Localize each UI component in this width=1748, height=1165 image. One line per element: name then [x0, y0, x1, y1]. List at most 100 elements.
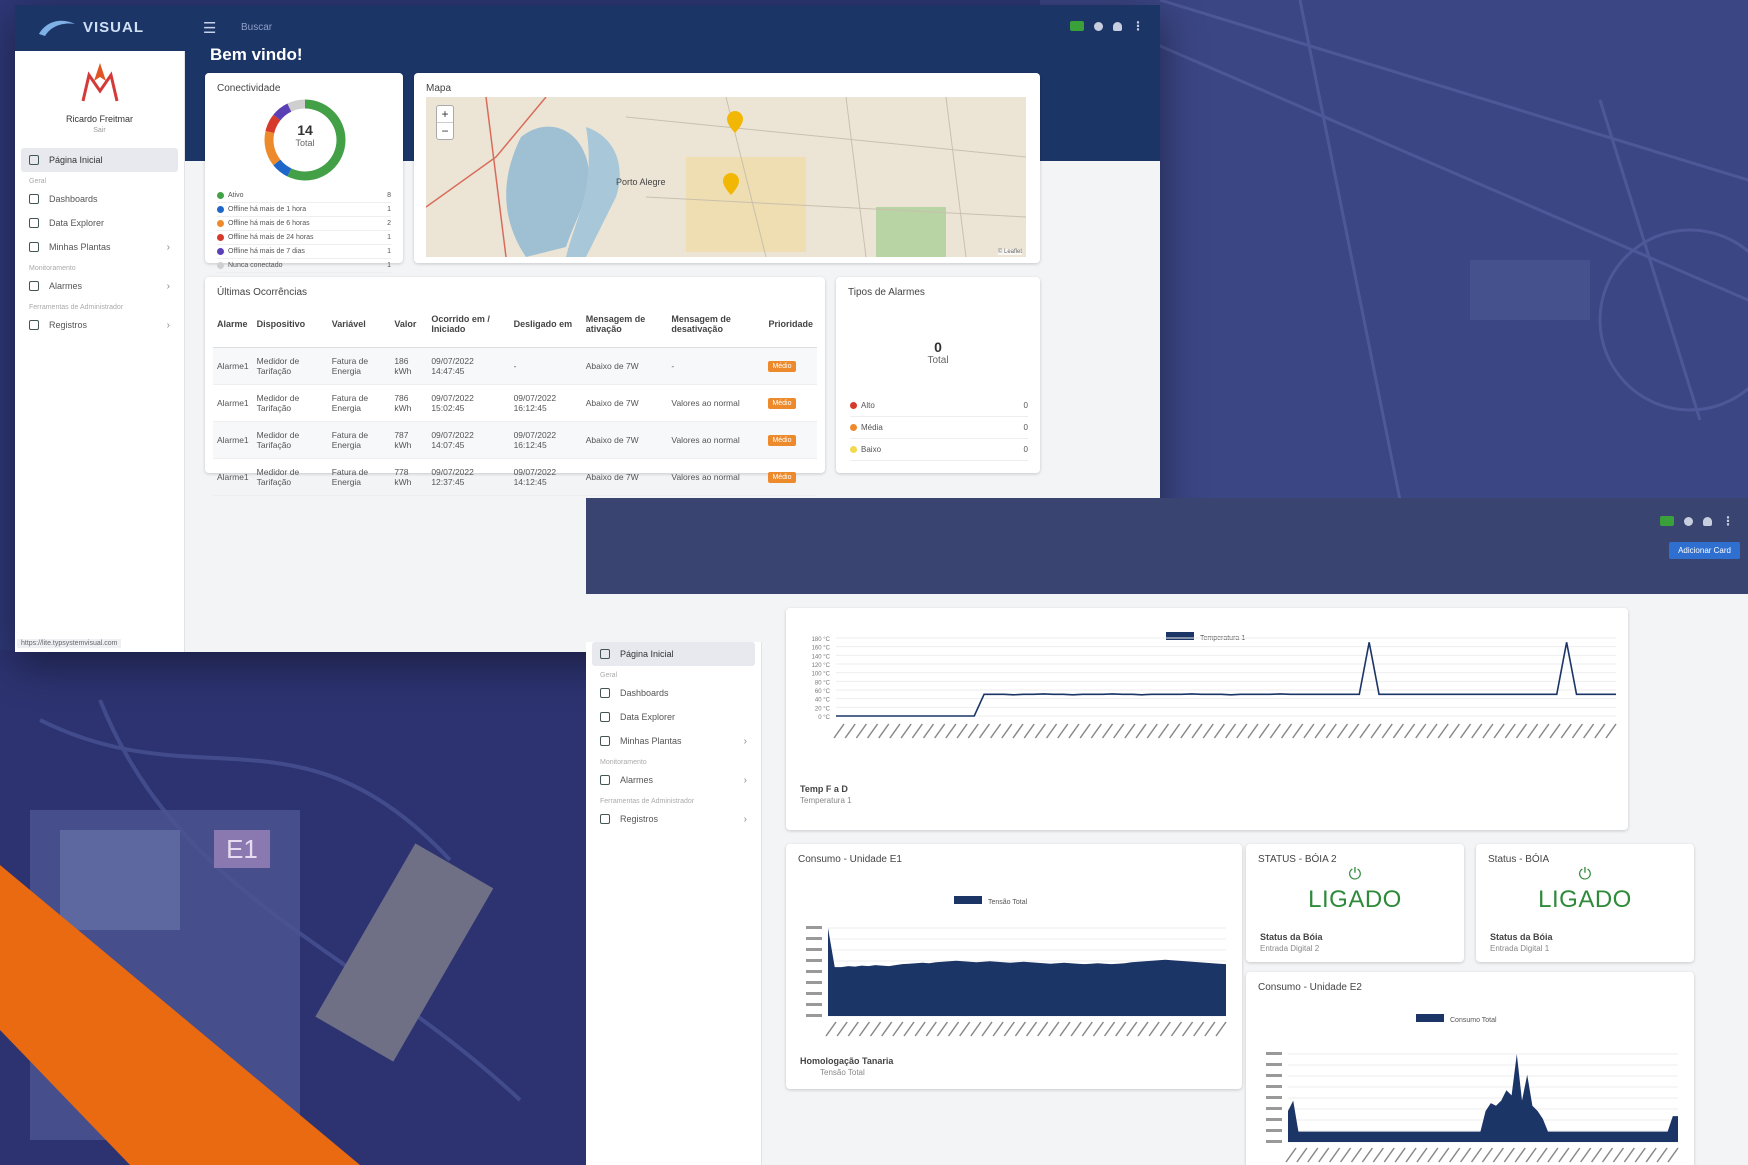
chevron-right-icon: ›: [743, 813, 747, 825]
x-tick-label: [1025, 1021, 1038, 1037]
legend-item[interactable]: Offline há mais de 24 horas 1: [217, 231, 391, 245]
sidebar-item[interactable]: Registros ›: [586, 807, 761, 831]
x-tick-label: [1350, 1147, 1363, 1163]
x-tick-label: [1471, 723, 1483, 739]
priority-badge: Médio: [768, 471, 796, 483]
table-cell: 186 kWh: [390, 347, 428, 385]
donut-slice[interactable]: [273, 159, 292, 177]
column-header[interactable]: Ocorrido em / Iniciado: [427, 301, 510, 348]
temperature-line[interactable]: [836, 642, 1616, 717]
consumption-e1-card: Consumo - Unidade E1 Tensão Total Homolo…: [786, 844, 1242, 1089]
legend-swatch: [954, 896, 982, 904]
sidebar-item[interactable]: Alarmes ›: [586, 768, 761, 792]
sidebar-item[interactable]: Dashboards: [15, 187, 184, 211]
power-icon: ⏻: [1578, 866, 1592, 883]
legend-item[interactable]: Média 0: [850, 417, 1028, 439]
temperature-chart: Temperatura 1180 °C160 °C140 °C120 °C100…: [812, 632, 1617, 739]
column-header[interactable]: Valor: [390, 301, 428, 348]
x-tick-label: [1247, 723, 1259, 739]
more-vert-icon[interactable]: ⋮: [1722, 514, 1734, 528]
notification-bell-icon[interactable]: [1703, 516, 1712, 526]
legend-item[interactable]: Nunca conectado 1: [217, 259, 391, 273]
logout-link[interactable]: Sair: [15, 127, 184, 134]
more-vert-icon[interactable]: ⋮: [1132, 19, 1144, 33]
sidebar-item[interactable]: Data Explorer: [15, 211, 184, 235]
table-row[interactable]: Alarme1 Medidor de Tarifação Fatura de Ene…: [213, 384, 817, 422]
table-row[interactable]: Alarme1 Medidor de Tarifação Fatura de Ene…: [213, 347, 817, 385]
notification-bell-icon[interactable]: [1113, 21, 1122, 31]
x-tick-label: [1549, 723, 1561, 739]
legend-dot-icon: [850, 402, 857, 409]
column-header[interactable]: Mensagem de ativação: [581, 301, 668, 348]
x-tick-label: [900, 723, 912, 739]
map-view[interactable]: Porto Alegre + − © Leaflet: [426, 97, 1026, 257]
column-header[interactable]: Dispositivo: [252, 301, 328, 348]
column-header[interactable]: Variável: [327, 301, 391, 348]
search-label[interactable]: Buscar: [241, 22, 272, 33]
nav-section-heading: Geral: [600, 672, 618, 679]
x-tick-label: [1090, 723, 1102, 739]
x-tick-label: [1459, 723, 1472, 739]
logo-swoosh-icon: [39, 20, 75, 36]
x-tick-label: [1236, 723, 1248, 739]
sidebar-item[interactable]: Dashboards: [586, 681, 761, 705]
zoom-in-button[interactable]: +: [437, 106, 453, 123]
sidebar-nav: Página Inicial Geral Dashboards Data Explor…: [15, 148, 184, 337]
table-row[interactable]: Alarme1 Medidor de Tarifação Fatura de Ene…: [213, 421, 817, 459]
sidebar-item[interactable]: Registros ›: [15, 313, 184, 337]
x-tick-label: [1601, 1147, 1614, 1163]
add-card-button[interactable]: Adicionar Card: [1669, 542, 1740, 559]
legend-item[interactable]: Alto 0: [850, 395, 1028, 417]
consumption-e2-legend[interactable]: Consumo Total: [1450, 1017, 1497, 1024]
legend-item[interactable]: Offline há mais de 6 horas 2: [217, 217, 391, 231]
alarm-types-title: Tipos de Alarmes: [848, 287, 925, 298]
column-header[interactable]: Prioridade: [764, 301, 817, 348]
occurrences-table: Alarme Dispositivo Variável Valor Ocorrido e…: [213, 301, 817, 496]
zoom-out-button[interactable]: −: [437, 123, 453, 139]
sidebar-item[interactable]: Data Explorer: [586, 705, 761, 729]
donut-slice[interactable]: [273, 103, 292, 121]
sidebar-item[interactable]: Minhas Plantas ›: [586, 729, 761, 753]
x-tick-label: [1059, 1021, 1071, 1037]
legend-item[interactable]: Ativo 8: [217, 189, 391, 203]
legend-item[interactable]: Baixo 0: [850, 439, 1028, 461]
hamburger-menu-icon[interactable]: ☰: [203, 19, 216, 37]
x-tick-label: [1359, 723, 1371, 739]
y-tick-label: 180 °C: [812, 637, 831, 643]
column-header[interactable]: Desligado em: [509, 301, 582, 348]
area-series[interactable]: [828, 928, 1226, 1016]
column-header[interactable]: Alarme: [213, 301, 253, 348]
x-tick-label: [1470, 1147, 1483, 1163]
settings-icon[interactable]: [1094, 21, 1103, 31]
settings-icon[interactable]: [1684, 516, 1693, 526]
donut-slice[interactable]: [287, 99, 306, 112]
sidebar-item[interactable]: Página Inicial: [592, 642, 755, 666]
chevron-right-icon: ›: [166, 280, 170, 292]
consumption-e2-chart: Consumo Total: [1266, 1014, 1679, 1163]
legend-item[interactable]: Offline há mais de 1 hora 1: [217, 203, 391, 217]
legend-item[interactable]: Offline há mais de 7 dias 1: [217, 245, 391, 259]
sidebar-item[interactable]: Página Inicial: [21, 148, 178, 172]
table-row[interactable]: Alarme1 Medidor de Tarifação Fatura de Ene…: [213, 458, 817, 496]
x-tick-label: [1079, 723, 1091, 739]
legend-dot-icon: [217, 220, 224, 227]
map-title: Mapa: [426, 83, 452, 94]
sidebar-item-label: Registros: [49, 320, 88, 330]
temperature-card: Temperatura 1 180 °C 160 °C 140 °C 120 °C 100…: [786, 608, 1628, 830]
flag-icon[interactable]: [1660, 516, 1674, 526]
x-tick-label: [855, 723, 867, 739]
map-attribution[interactable]: © Leaflet: [997, 249, 1022, 255]
consumption-e1-legend[interactable]: Tensão Total: [988, 899, 1028, 906]
flag-icon[interactable]: [1070, 21, 1084, 31]
x-tick-label: [1605, 723, 1617, 739]
sidebar-item[interactable]: Alarmes ›: [15, 274, 184, 298]
column-header[interactable]: Mensagem de desativação: [667, 301, 765, 348]
x-tick-label: [1068, 723, 1080, 739]
brand-logo[interactable]: VISUAL: [37, 16, 144, 38]
sidebar-item[interactable]: Minhas Plantas ›: [15, 235, 184, 259]
x-tick-label: [1381, 723, 1393, 739]
sidebar-item-label: Alarmes: [49, 281, 83, 291]
legend-label: Offline há mais de 1 hora: [228, 206, 307, 213]
chevron-right-icon: ›: [166, 319, 170, 331]
alarm-types-total: 0: [934, 339, 942, 355]
